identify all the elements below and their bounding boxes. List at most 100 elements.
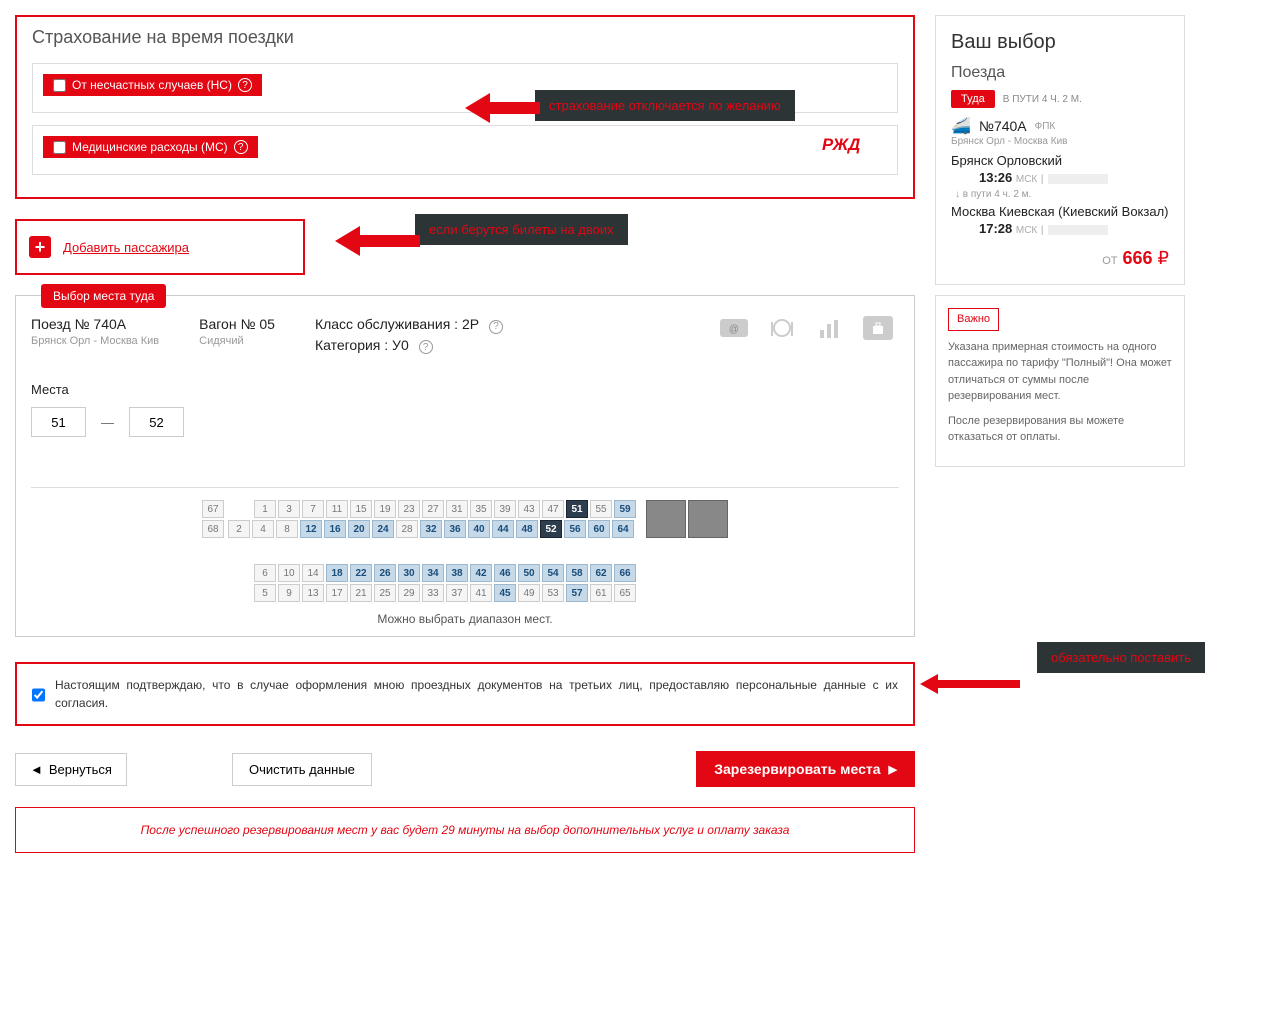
seat-65[interactable]: 65 bbox=[614, 584, 636, 602]
train-label: Поезд № 740А bbox=[31, 316, 159, 332]
seat-9[interactable]: 9 bbox=[278, 584, 300, 602]
seat-16[interactable]: 16 bbox=[324, 520, 346, 538]
seat-10[interactable]: 10 bbox=[278, 564, 300, 582]
seat-4[interactable]: 4 bbox=[252, 520, 274, 538]
seat-5[interactable]: 5 bbox=[254, 584, 276, 602]
seat-66[interactable]: 66 bbox=[614, 564, 636, 582]
seat-40[interactable]: 40 bbox=[468, 520, 490, 538]
seat-23[interactable]: 23 bbox=[398, 500, 420, 518]
seat-32[interactable]: 32 bbox=[420, 520, 442, 538]
seat-53[interactable]: 53 bbox=[542, 584, 564, 602]
route-label: Брянск Орл - Москва Кив bbox=[31, 335, 159, 347]
seat-60[interactable]: 60 bbox=[588, 520, 610, 538]
seat-13[interactable]: 13 bbox=[302, 584, 324, 602]
seat-from-input[interactable] bbox=[31, 407, 86, 437]
seat-selection-section: Выбор места туда Поезд № 740А Брянск Орл… bbox=[15, 295, 915, 637]
seat-41[interactable]: 41 bbox=[470, 584, 492, 602]
seat-12[interactable]: 12 bbox=[300, 520, 322, 538]
seat-44[interactable]: 44 bbox=[492, 520, 514, 538]
help-icon[interactable]: ? bbox=[489, 320, 503, 334]
seat-1[interactable]: 1 bbox=[254, 500, 276, 518]
seat-48[interactable]: 48 bbox=[516, 520, 538, 538]
clear-button[interactable]: Очистить данные bbox=[232, 753, 372, 786]
seat-33[interactable]: 33 bbox=[422, 584, 444, 602]
help-icon[interactable]: ? bbox=[238, 78, 252, 92]
seat-55[interactable]: 55 bbox=[590, 500, 612, 518]
seat-68[interactable]: 68 bbox=[202, 520, 224, 538]
help-icon[interactable]: ? bbox=[419, 340, 433, 354]
seat-6[interactable]: 6 bbox=[254, 564, 276, 582]
accident-label: От несчастных случаев (НС) bbox=[72, 78, 232, 92]
arrow-icon bbox=[465, 93, 540, 123]
seat-3[interactable]: 3 bbox=[278, 500, 300, 518]
reserve-button[interactable]: Зарезервировать места ▶ bbox=[696, 751, 915, 787]
seat-47[interactable]: 47 bbox=[542, 500, 564, 518]
seat-28[interactable]: 28 bbox=[396, 520, 418, 538]
timezone: МСК bbox=[1016, 225, 1037, 236]
bag-icon bbox=[863, 316, 893, 340]
help-icon[interactable]: ? bbox=[234, 140, 248, 154]
seat-30[interactable]: 30 bbox=[398, 564, 420, 582]
seat-43[interactable]: 43 bbox=[518, 500, 540, 518]
seat-52[interactable]: 52 bbox=[540, 520, 562, 538]
to-time: 17:28 bbox=[979, 221, 1012, 236]
date-blur bbox=[1048, 174, 1108, 184]
category-label: Категория : У0 bbox=[315, 337, 409, 353]
arrow-icon bbox=[920, 674, 1020, 694]
add-passenger-button[interactable]: + Добавить пассажира bbox=[15, 219, 305, 275]
seat-18[interactable]: 18 bbox=[326, 564, 348, 582]
seat-56[interactable]: 56 bbox=[564, 520, 586, 538]
seat-25[interactable]: 25 bbox=[374, 584, 396, 602]
seat-to-input[interactable] bbox=[129, 407, 184, 437]
insurance-medical-checkbox[interactable]: Медицинские расходы (МС) ? bbox=[43, 136, 258, 158]
seat-8[interactable]: 8 bbox=[276, 520, 298, 538]
seat-19[interactable]: 19 bbox=[374, 500, 396, 518]
seat-54[interactable]: 54 bbox=[542, 564, 564, 582]
seat-24[interactable]: 24 bbox=[372, 520, 394, 538]
seat-2[interactable]: 2 bbox=[228, 520, 250, 538]
seat-67[interactable]: 67 bbox=[202, 500, 224, 518]
seat-17[interactable]: 17 bbox=[326, 584, 348, 602]
seat-50[interactable]: 50 bbox=[518, 564, 540, 582]
seat-37[interactable]: 37 bbox=[446, 584, 468, 602]
seat-57[interactable]: 57 bbox=[566, 584, 588, 602]
seat-58[interactable]: 58 bbox=[566, 564, 588, 582]
seat-59[interactable]: 59 bbox=[614, 500, 636, 518]
compartment-block bbox=[688, 500, 728, 538]
trains-label: Поезда bbox=[951, 64, 1169, 82]
clear-label: Очистить данные bbox=[249, 762, 355, 777]
seat-31[interactable]: 31 bbox=[446, 500, 468, 518]
seat-21[interactable]: 21 bbox=[350, 584, 372, 602]
seat-36[interactable]: 36 bbox=[444, 520, 466, 538]
seat-7[interactable]: 7 bbox=[302, 500, 324, 518]
seat-38[interactable]: 38 bbox=[446, 564, 468, 582]
seat-64[interactable]: 64 bbox=[612, 520, 634, 538]
seat-14[interactable]: 14 bbox=[302, 564, 324, 582]
seat-22[interactable]: 22 bbox=[350, 564, 372, 582]
seat-51[interactable]: 51 bbox=[566, 500, 588, 518]
seat-34[interactable]: 34 bbox=[422, 564, 444, 582]
seat-39[interactable]: 39 bbox=[494, 500, 516, 518]
seat-29[interactable]: 29 bbox=[398, 584, 420, 602]
seat-11[interactable]: 11 bbox=[326, 500, 348, 518]
timer-notice: После успешного резервирования мест у ва… bbox=[15, 807, 915, 853]
seat-35[interactable]: 35 bbox=[470, 500, 492, 518]
annotation-two-tickets: если берутся билеты на двоих bbox=[415, 214, 628, 245]
seat-20[interactable]: 20 bbox=[348, 520, 370, 538]
insurance-accident-checkbox[interactable]: От несчастных случаев (НС) ? bbox=[43, 74, 262, 96]
seat-27[interactable]: 27 bbox=[422, 500, 444, 518]
seat-15[interactable]: 15 bbox=[350, 500, 372, 518]
medical-checkbox-input[interactable] bbox=[53, 141, 66, 154]
accident-checkbox-input[interactable] bbox=[53, 79, 66, 92]
seat-45[interactable]: 45 bbox=[494, 584, 516, 602]
travel-time: В ПУТИ 4 Ч. 2 М. bbox=[1003, 94, 1082, 105]
seat-61[interactable]: 61 bbox=[590, 584, 612, 602]
seat-46[interactable]: 46 bbox=[494, 564, 516, 582]
seat-42[interactable]: 42 bbox=[470, 564, 492, 582]
consent-checkbox[interactable] bbox=[32, 678, 45, 712]
back-button[interactable]: ◄ Вернуться bbox=[15, 753, 127, 786]
seat-62[interactable]: 62 bbox=[590, 564, 612, 582]
seat-49[interactable]: 49 bbox=[518, 584, 540, 602]
seatmap: 6768137111519232731353943475155592481216… bbox=[31, 500, 899, 602]
seat-26[interactable]: 26 bbox=[374, 564, 396, 582]
